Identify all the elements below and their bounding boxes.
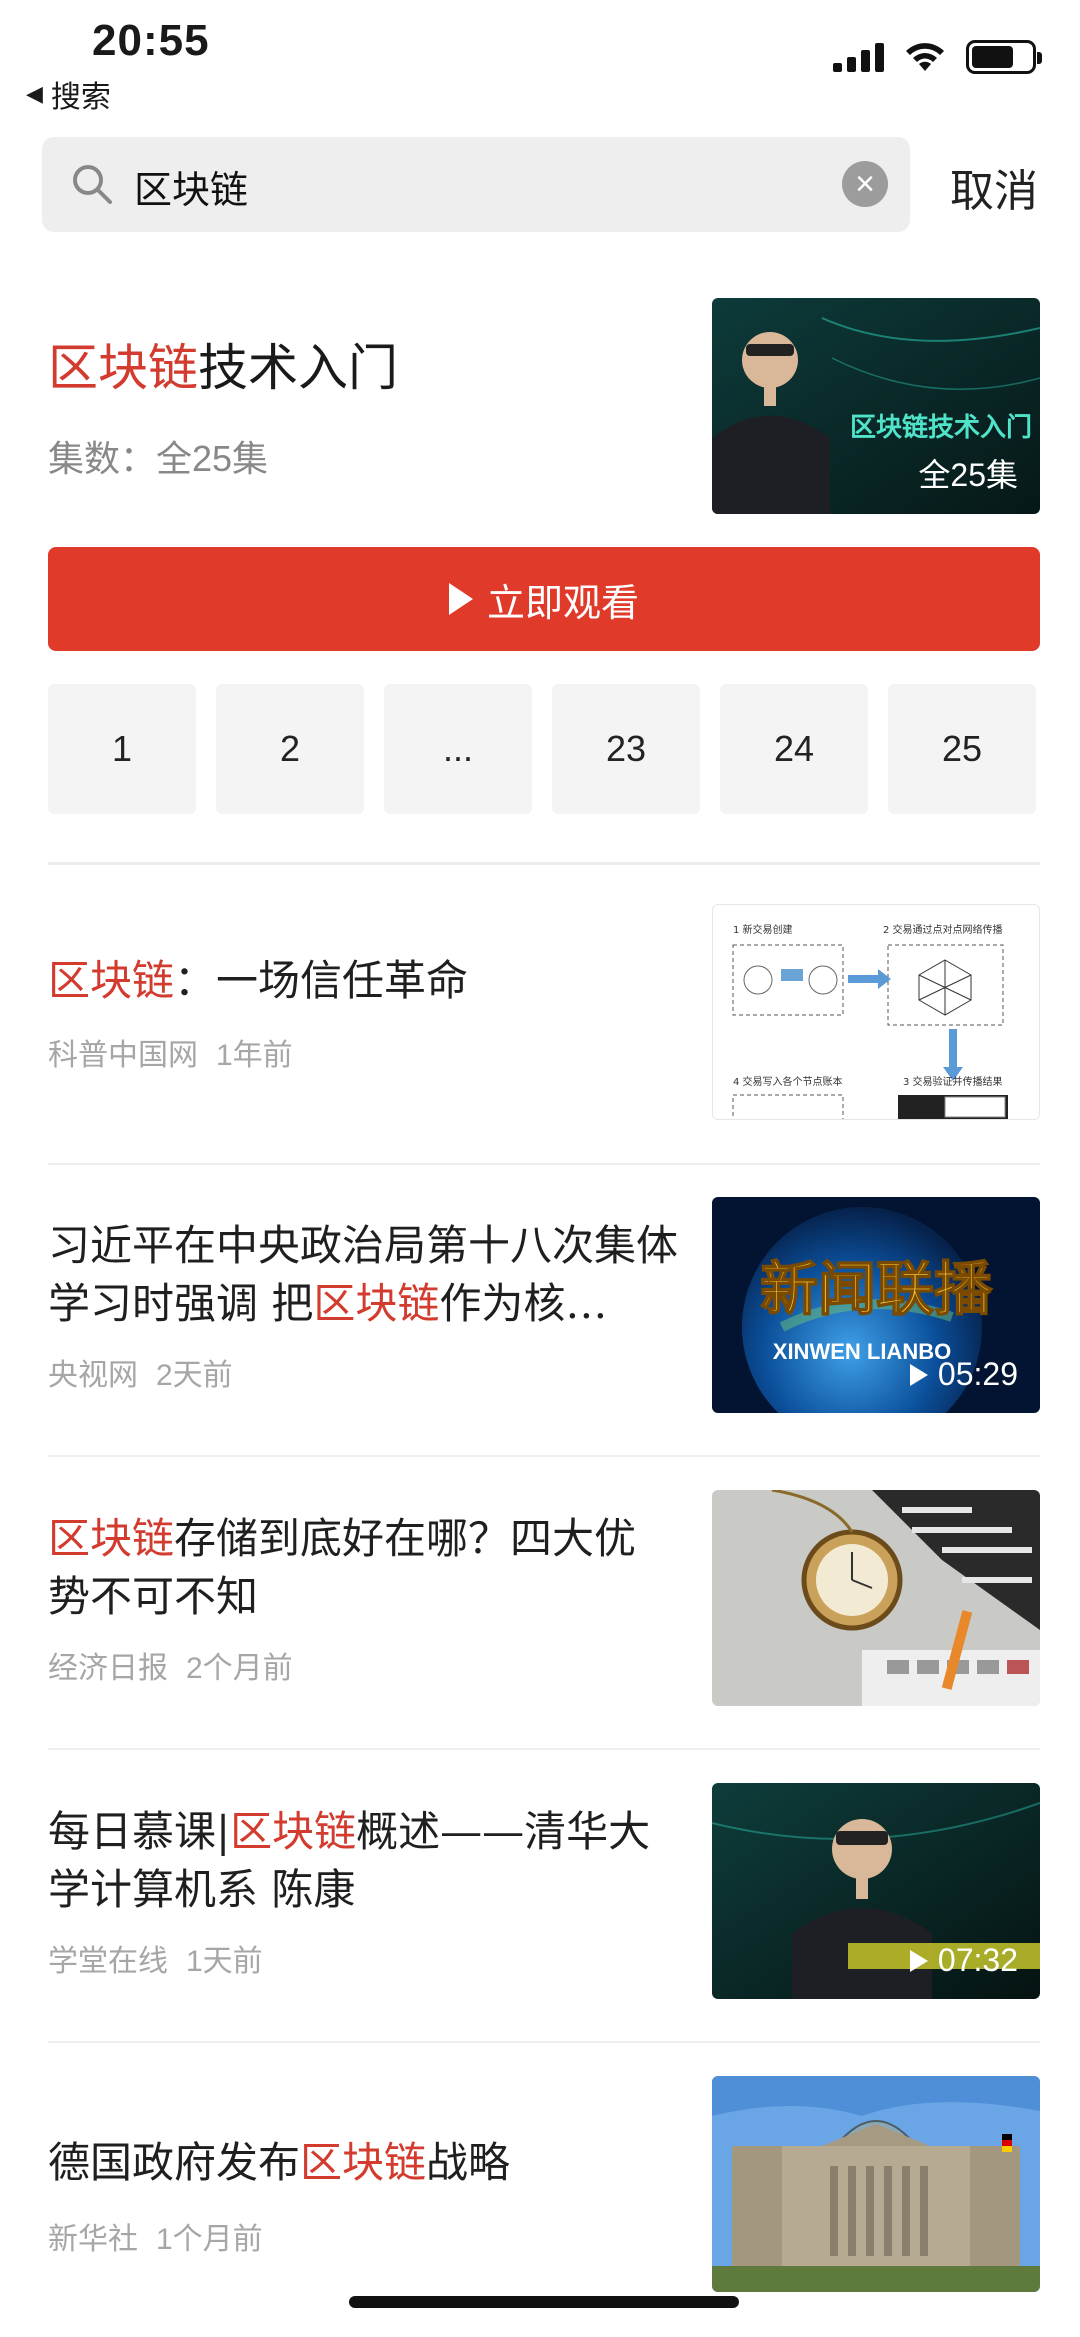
video-duration: 05:29 — [909, 1356, 1018, 1393]
news-item[interactable]: 区块链存储到底好在哪？四大优势不可不知 经济日报 2个月前 — [48, 1490, 1040, 1750]
course-thumbnail[interactable]: 区块链技术入门 全25集 — [712, 298, 1040, 514]
status-bar: 20:55 ◀ 搜索 — [0, 0, 1080, 120]
section-divider — [48, 862, 1040, 865]
search-query-text: 区块链 — [134, 170, 249, 212]
course-episode-count: 集数：全25集 — [48, 438, 269, 479]
video-thumbnail[interactable]: 07:32 — [712, 1783, 1040, 1999]
news-title-highlight: 区块链 — [230, 1807, 357, 1856]
news-time: 2个月前 — [186, 1652, 293, 1685]
watch-now-button[interactable]: 立即观看 — [48, 547, 1040, 651]
news-thumbnail: 1 新交易创建 2 交易通过点对点网络传播 4 交易写入各个节点账本 3 交易验… — [712, 904, 1040, 1120]
svg-text:4 交易写入各个节点账本: 4 交易写入各个节点账本 — [733, 1075, 843, 1088]
svg-text:1 新交易创建: 1 新交易创建 — [733, 923, 793, 936]
row-divider — [48, 2041, 1040, 2043]
news-thumbnail — [712, 1490, 1040, 1706]
news-meta: 经济日报 2个月前 — [48, 1643, 293, 1687]
episode-more-button[interactable]: ... — [384, 684, 532, 814]
news-source: 学堂在线 — [48, 1945, 168, 1978]
episode-button[interactable]: 2 — [216, 684, 364, 814]
news-title: 每日慕课|区块链概述——清华大学计算机系 陈康 — [48, 1807, 651, 1914]
news-title-highlight: 区块链 — [300, 2138, 427, 2187]
news-item[interactable]: 习近平在中央政治局第十八次集体学习时强调 把区块链作为核… 央视网 2天前 新闻联… — [48, 1197, 1040, 1457]
battery-icon — [966, 40, 1042, 74]
video-thumbnail[interactable]: 新闻联播 XINWEN LIANBO 05:29 — [712, 1197, 1040, 1413]
course-thumb-text: 区块链技术入门 — [850, 412, 1032, 442]
news-meta: 科普中国网 1年前 — [48, 1030, 293, 1074]
cancel-button[interactable]: 取消 — [950, 155, 1038, 219]
row-divider — [48, 1163, 1040, 1165]
course-title-highlight: 区块链 — [48, 339, 198, 397]
news-meta: 央视网 2天前 — [48, 1350, 233, 1394]
news-title: 习近平在中央政治局第十八次集体学习时强调 把区块链作为核… — [48, 1221, 679, 1328]
status-icons — [833, 40, 1042, 74]
video-duration: 07:32 — [909, 1942, 1018, 1979]
news-item[interactable]: 每日慕课|区块链概述——清华大学计算机系 陈康 学堂在线 1天前 07:32 — [48, 1783, 1040, 2043]
news-meta: 学堂在线 1天前 — [48, 1936, 263, 1980]
svg-text:2 交易通过点对点网络传播: 2 交易通过点对点网络传播 — [883, 923, 1003, 936]
news-item[interactable]: 区块链：一场信任革命 科普中国网 1年前 1 新交易创建 2 交易通过点对点网络传… — [48, 904, 1040, 1164]
news-thumbnail — [712, 2076, 1040, 2292]
course-card[interactable]: 区块链技术入门 集数：全25集 区块链技术入门 全25集 — [48, 298, 1040, 516]
play-icon — [448, 583, 473, 615]
cellular-signal-icon — [833, 42, 884, 72]
course-title: 区块链技术入门 — [48, 328, 398, 400]
news-title: 德国政府发布区块链战略 — [48, 2138, 511, 2187]
svg-text:3 交易验证并传播结果: 3 交易验证并传播结果 — [903, 1075, 1003, 1088]
course-title-rest: 技术入门 — [198, 339, 398, 397]
back-to-search-link[interactable]: ◀ 搜索 — [26, 72, 111, 116]
reichstag-building-image — [712, 2076, 1040, 2292]
episode-button[interactable]: 25 — [888, 684, 1036, 814]
news-source: 新华社 — [48, 2223, 138, 2256]
play-icon — [909, 1363, 928, 1386]
news-meta: 新华社 1个月前 — [48, 2214, 263, 2258]
episode-button[interactable]: 24 — [720, 684, 868, 814]
row-divider — [48, 1455, 1040, 1457]
thumb-episode-count: 全25集 — [918, 457, 1018, 493]
back-arrow-icon: ◀ — [26, 81, 43, 106]
news-source: 科普中国网 — [48, 1039, 198, 1072]
home-indicator — [349, 2296, 739, 2308]
news-title: 区块链：一场信任革命 — [48, 956, 469, 1005]
news-title-highlight: 区块链 — [313, 1279, 440, 1328]
play-icon — [909, 1949, 928, 1972]
news-time: 2天前 — [156, 1359, 233, 1392]
news-time: 1年前 — [216, 1039, 293, 1072]
row-divider — [48, 1748, 1040, 1750]
clear-icon[interactable]: × — [842, 161, 888, 207]
pocket-watch-image — [712, 1490, 1040, 1706]
episode-button[interactable]: 1 — [48, 684, 196, 814]
blockchain-diagram-image: 1 新交易创建 2 交易通过点对点网络传播 4 交易写入各个节点账本 3 交易验… — [713, 905, 1039, 1119]
search-icon — [73, 165, 112, 204]
news-time: 1个月前 — [156, 2223, 263, 2256]
episode-list: 1 2 ... 23 24 25 — [48, 684, 1048, 814]
news-title-highlight: 区块链 — [48, 956, 175, 1005]
watch-now-label: 立即观看 — [486, 582, 639, 625]
news-source: 央视网 — [48, 1359, 138, 1392]
news-time: 1天前 — [186, 1945, 263, 1978]
news-title: 区块链存储到底好在哪？四大优势不可不知 — [48, 1514, 637, 1621]
search-row: 区块链 × 取消 — [42, 137, 1042, 232]
svg-text:新闻联播: 新闻联播 — [760, 1255, 993, 1323]
episode-button[interactable]: 23 — [552, 684, 700, 814]
news-source: 经济日报 — [48, 1652, 168, 1685]
search-input[interactable]: 区块链 × — [42, 137, 910, 232]
back-label: 搜索 — [50, 81, 111, 114]
news-title-highlight: 区块链 — [48, 1514, 175, 1563]
status-time: 20:55 — [92, 16, 210, 65]
wifi-icon — [906, 43, 944, 71]
